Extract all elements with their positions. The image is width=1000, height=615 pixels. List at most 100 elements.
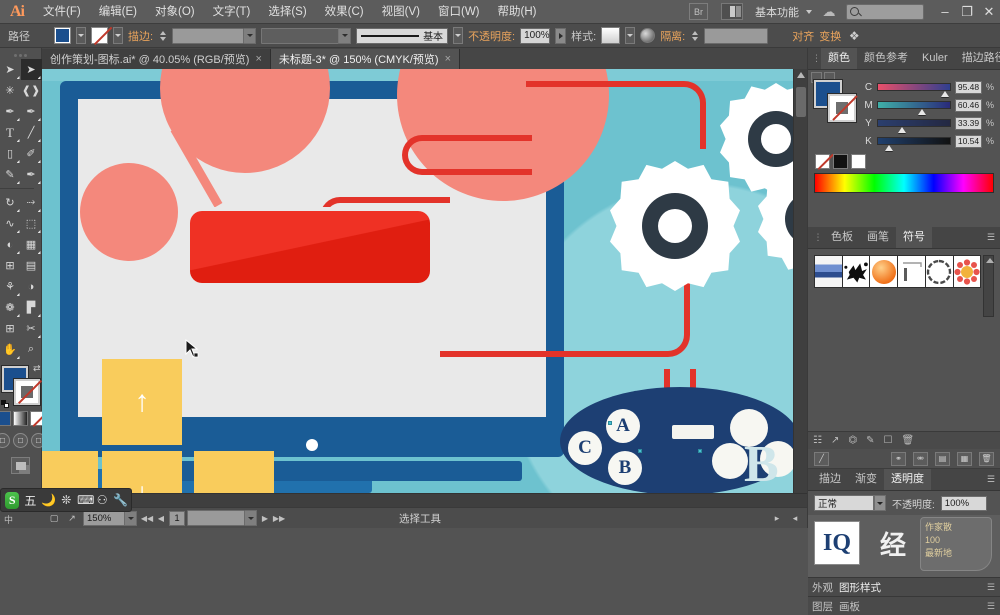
gamepad-button-right-3[interactable] xyxy=(712,443,748,479)
arrow-key-right-shape[interactable]: → xyxy=(194,451,274,493)
tool-selection[interactable]: ➤ xyxy=(0,59,21,80)
align-label[interactable]: 对齐 xyxy=(792,28,814,44)
normal-screen-icon[interactable]: ☐ xyxy=(0,433,10,448)
scroll-up-icon[interactable] xyxy=(797,72,805,78)
full-screen-menu-icon[interactable]: ☐ xyxy=(13,433,28,448)
red-tube-path-1b[interactable] xyxy=(526,81,706,149)
close-icon[interactable]: × xyxy=(445,53,451,65)
keyboard-icon[interactable]: ⌨ xyxy=(77,493,91,507)
white-swatch[interactable] xyxy=(851,154,866,169)
break-link-icon[interactable]: ⏣ xyxy=(848,435,857,446)
artboard-select-combo[interactable] xyxy=(187,510,257,526)
tool-free-transform[interactable]: ⬚ xyxy=(21,213,42,234)
menu-select[interactable]: 选择(S) xyxy=(259,0,315,24)
new-symbol-icon[interactable]: ☐ xyxy=(883,435,892,446)
panel-tab-swatches[interactable]: 色板 xyxy=(824,227,860,248)
transform-label[interactable]: 变换 xyxy=(819,28,841,44)
tool-direct-selection[interactable]: ➤ xyxy=(21,59,42,80)
tool-blend[interactable]: ◑ xyxy=(21,276,42,297)
stroke-color-swatch[interactable] xyxy=(14,379,40,405)
transparency-opacity-field[interactable]: 100% xyxy=(941,496,987,511)
tool-mesh[interactable]: ⊞ xyxy=(0,255,21,276)
panel-tab-gradient[interactable]: 渐变 xyxy=(848,469,884,490)
place-symbol-icon[interactable]: ↗ xyxy=(831,435,839,446)
menu-view[interactable]: 视图(V) xyxy=(373,0,429,24)
window-restore-button[interactable]: ❐ xyxy=(956,0,978,24)
dock-row-layers[interactable]: 图层 画板 ☰ xyxy=(808,596,1000,615)
symbol-orange-sphere[interactable] xyxy=(869,255,898,288)
export-icon[interactable]: ↗ xyxy=(65,511,79,525)
tool-column-graph[interactable]: ▛ xyxy=(21,297,42,318)
panel-grip[interactable]: ⋮ xyxy=(812,48,821,69)
zoom-combo[interactable]: 150% xyxy=(83,511,137,526)
nav-first-button[interactable]: ◀◀ xyxy=(141,511,153,525)
delete-icon[interactable]: 🗑 xyxy=(979,452,994,466)
link-icon[interactable]: ⚭ xyxy=(891,452,906,466)
monitor-power-dot-shape[interactable] xyxy=(306,439,318,451)
delete-symbol-icon[interactable]: 🗑 xyxy=(901,435,914,446)
menu-file[interactable]: 文件(F) xyxy=(34,0,90,24)
panel-tab-color[interactable]: 颜色 xyxy=(821,48,857,69)
tool-magic-wand[interactable]: ✳ xyxy=(0,80,21,101)
sparkle-icon[interactable]: ❊ xyxy=(60,493,72,507)
symbol-wreath-ring[interactable] xyxy=(925,255,954,288)
tool-rectangle[interactable]: ▯ xyxy=(0,143,21,164)
nav-next-button[interactable]: ▶ xyxy=(259,511,271,525)
panel-tab-transparency[interactable]: 透明度 xyxy=(884,469,931,490)
artboard-canvas[interactable]: ← ↑ ↓ → A B C B ji xyxy=(42,69,807,493)
gamepad-dpad-shape[interactable] xyxy=(672,425,714,439)
red-rounded-rect-shape[interactable] xyxy=(190,211,430,283)
align-stroke-icon[interactable]: ▤ xyxy=(935,452,950,466)
tool-slice[interactable]: ✂ xyxy=(21,318,42,339)
graphic-style-dropdown[interactable] xyxy=(625,27,635,44)
swap-fill-stroke-icon[interactable]: ⇄ xyxy=(33,363,41,374)
status-prev-icon[interactable]: ◂ xyxy=(788,511,802,525)
tool-symbol-sprayer[interactable]: ❁ xyxy=(0,297,21,318)
panel-grip[interactable]: ⋮ xyxy=(812,227,824,248)
stroke-preview-icon[interactable]: ╱ xyxy=(814,452,829,466)
artboard-number-field[interactable]: 1 xyxy=(169,511,185,526)
symbol-gradient-bar[interactable] xyxy=(814,255,843,288)
fill-dropdown[interactable] xyxy=(76,27,86,44)
cmyk-value-m[interactable]: 60.46 xyxy=(955,99,982,112)
panel-menu-icon[interactable]: ☰ xyxy=(982,232,1000,243)
tool-rotate[interactable]: ↻ xyxy=(0,192,21,213)
gradient-icon[interactable] xyxy=(13,411,28,426)
panel-tab-pathfinder[interactable]: 描边路径查找器 xyxy=(955,48,1000,69)
canvas-vertical-scrollbar[interactable] xyxy=(793,69,807,493)
panel-tab-symbols[interactable]: 符号 xyxy=(896,227,932,248)
tool-eyedropper[interactable]: ⚘ xyxy=(0,276,21,297)
symbol-red-flower[interactable] xyxy=(953,255,982,288)
dock-row-layers-second[interactable]: 画板 xyxy=(839,599,860,614)
tool-zoom[interactable]: ⌕ xyxy=(21,339,42,360)
wrench-icon[interactable]: 🔧 xyxy=(113,493,127,507)
selection-anchor[interactable] xyxy=(638,449,642,453)
cmyk-value-k[interactable]: 10.54 xyxy=(955,135,982,148)
menu-window[interactable]: 窗口(W) xyxy=(429,0,489,24)
tool-pencil[interactable]: ✎ xyxy=(0,164,21,185)
stroke-dropdown[interactable] xyxy=(113,27,123,44)
close-icon[interactable]: × xyxy=(255,53,261,65)
panel-menu-icon[interactable]: ☰ xyxy=(987,582,1000,593)
dash-icon[interactable]: ▦ xyxy=(957,452,972,466)
tool-paintbrush[interactable]: ✐ xyxy=(21,143,42,164)
color-panel-stroke-swatch[interactable] xyxy=(828,94,856,122)
red-tube-path-1[interactable] xyxy=(402,135,532,175)
panel-tab-color-guide[interactable]: 颜色参考 xyxy=(857,48,915,69)
menu-effect[interactable]: 效果(C) xyxy=(316,0,373,24)
cmyk-slider-k[interactable] xyxy=(877,137,951,145)
cmyk-slider-c[interactable] xyxy=(877,83,951,91)
gamepad-button-c[interactable]: C xyxy=(568,431,602,465)
symbol-libraries-icon[interactable]: ☷ xyxy=(813,435,822,446)
creative-cloud-icon[interactable]: ☁ xyxy=(818,2,840,22)
palette-grip[interactable] xyxy=(0,51,42,59)
gamepad-button-a[interactable]: A xyxy=(606,409,640,443)
default-fill-stroke-icon[interactable] xyxy=(1,400,10,409)
tool-scale[interactable]: ⤑ xyxy=(21,192,42,213)
cmyk-value-y[interactable]: 33.39 xyxy=(955,117,982,130)
doc-tab-1[interactable]: 创作策划-图标.ai* @ 40.05% (RGB/预览) × xyxy=(42,49,271,69)
stroke-swatch-button[interactable] xyxy=(91,27,108,44)
moon-icon[interactable]: 🌙 xyxy=(41,493,55,507)
tool-line-segment[interactable]: ╱ xyxy=(21,122,42,143)
dock-row-appearance-second[interactable]: 图形样式 xyxy=(839,580,881,595)
